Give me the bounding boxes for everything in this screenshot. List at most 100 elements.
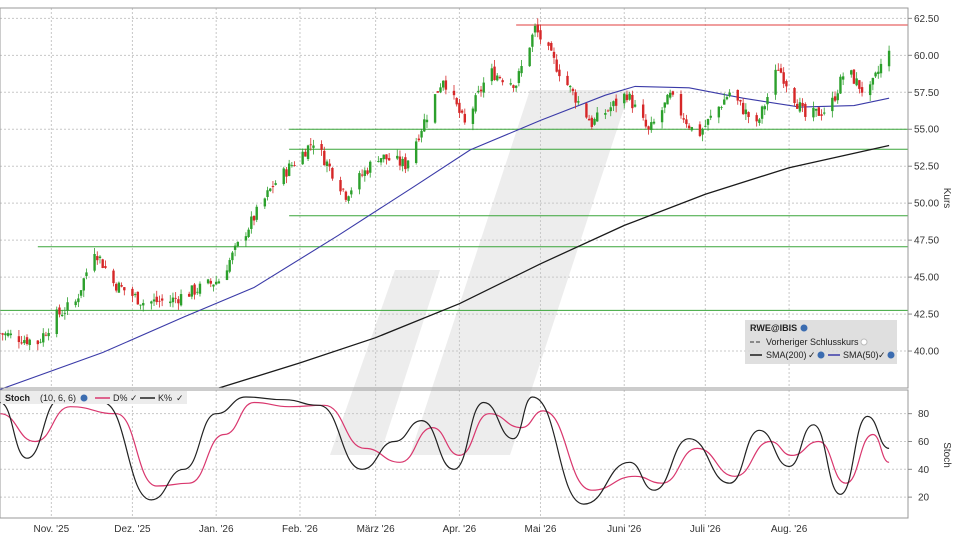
candle-body [558, 69, 561, 77]
candle-body [42, 333, 45, 343]
candle-body [17, 336, 21, 343]
stoch-tick-label: 60 [918, 437, 930, 448]
candle-body [555, 59, 558, 72]
stoch-k-check-icon[interactable]: ✓ [176, 393, 184, 403]
stoch-tick-label: 40 [918, 465, 930, 476]
candle-body [509, 83, 512, 85]
candle-body [6, 333, 10, 336]
candle-body [566, 75, 569, 86]
candle-body [755, 115, 758, 122]
candle-body [123, 287, 126, 291]
candle-body [839, 76, 842, 94]
candle-body [306, 145, 310, 159]
candle-body [282, 168, 285, 185]
candle-body [606, 110, 610, 112]
candle-body [704, 125, 707, 127]
legend-sma50-check-icon[interactable]: ✓ [878, 350, 886, 360]
candle-body [79, 290, 83, 296]
stoch-k-label: K% [158, 393, 172, 403]
candle-body [363, 170, 367, 176]
stoch-tick-label: 80 [918, 409, 930, 420]
candle-body [231, 252, 234, 261]
candle-body [685, 119, 688, 125]
candle-body [455, 98, 458, 105]
candle-body [785, 81, 788, 87]
candle-body [841, 76, 845, 80]
legend: RWE@IBIS Vorheriger Schlusskurs SMA(200)… [745, 320, 897, 364]
candle-body [609, 107, 612, 112]
candle-body [28, 339, 31, 346]
x-tick-label: Aug. '26 [771, 524, 808, 535]
candle-body [271, 186, 275, 188]
x-tick-label: Juni '26 [607, 524, 642, 535]
candle-body [474, 95, 477, 112]
stoch-d-check-icon[interactable]: ✓ [130, 393, 138, 403]
candle-body [633, 104, 637, 107]
candle-body [152, 299, 156, 302]
candle-body [701, 129, 704, 135]
candle-body [587, 118, 591, 121]
candle-body [477, 90, 480, 93]
candle-body [77, 298, 80, 303]
candle-body [312, 145, 315, 148]
candle-body [96, 256, 99, 261]
candle-body [74, 301, 77, 306]
price-tick-label: 60.00 [914, 51, 939, 62]
candle-body [369, 161, 372, 173]
candle-body [793, 88, 796, 104]
candle-body [798, 102, 802, 112]
candle-body [198, 283, 202, 294]
candle-body [179, 294, 183, 306]
candle-body [104, 266, 107, 268]
legend-sma200-globe-icon[interactable] [817, 351, 825, 359]
candle-body [193, 284, 196, 295]
legend-sma50-label: SMA(50) [843, 350, 879, 360]
candle-body [436, 91, 439, 93]
candle-body [423, 119, 426, 132]
legend-sma200-check-icon[interactable]: ✓ [808, 350, 816, 360]
candle-body [331, 167, 334, 179]
price-tick-label: 62.50 [914, 14, 939, 25]
candle-body [309, 144, 312, 146]
candle-body [612, 101, 615, 107]
legend-sma200-label: SMA(200) [766, 350, 807, 360]
candle-body [569, 85, 572, 88]
candle-body [728, 92, 731, 97]
candle-body [323, 150, 326, 166]
candle-body [631, 94, 634, 109]
candle-body [174, 297, 177, 299]
candle-body [233, 245, 237, 250]
candle-body [387, 158, 391, 161]
legend-prev-close-toggle-icon[interactable] [860, 338, 868, 346]
candle-body [879, 63, 883, 74]
candle-body [593, 118, 596, 125]
legend-prev-close-label: Vorheriger Schlusskurs [766, 337, 859, 347]
candle-body [139, 304, 142, 306]
candle-body [404, 157, 407, 170]
candle-body [55, 309, 58, 335]
candle-body [741, 102, 745, 115]
stoch-params-globe-icon[interactable] [80, 394, 88, 402]
candle-body [536, 24, 539, 33]
chart-root: 40.00 42.50 45.00 47.50 50.00 52.50 55.00 57.50… [0, 0, 960, 540]
candle-body [414, 141, 418, 163]
legend-sma50-globe-icon[interactable] [887, 351, 895, 359]
candle-body [590, 117, 594, 127]
candle-body [868, 84, 872, 96]
candle-body [214, 281, 218, 285]
candle-body [36, 340, 40, 345]
legend-title-globe-icon[interactable] [800, 324, 808, 332]
candle-body [858, 80, 861, 89]
candle-body [382, 154, 385, 160]
stoch-d-label: D% [113, 393, 128, 403]
candle-body [401, 158, 404, 167]
candle-body [169, 301, 172, 304]
candle-body [85, 272, 88, 277]
candle-body [550, 42, 553, 51]
price-tick-label: 42.50 [914, 310, 939, 321]
candle-body [328, 163, 331, 167]
candle-body [93, 254, 96, 271]
candle-body [385, 154, 388, 160]
candle-body [758, 119, 761, 123]
candle-body [501, 80, 504, 83]
